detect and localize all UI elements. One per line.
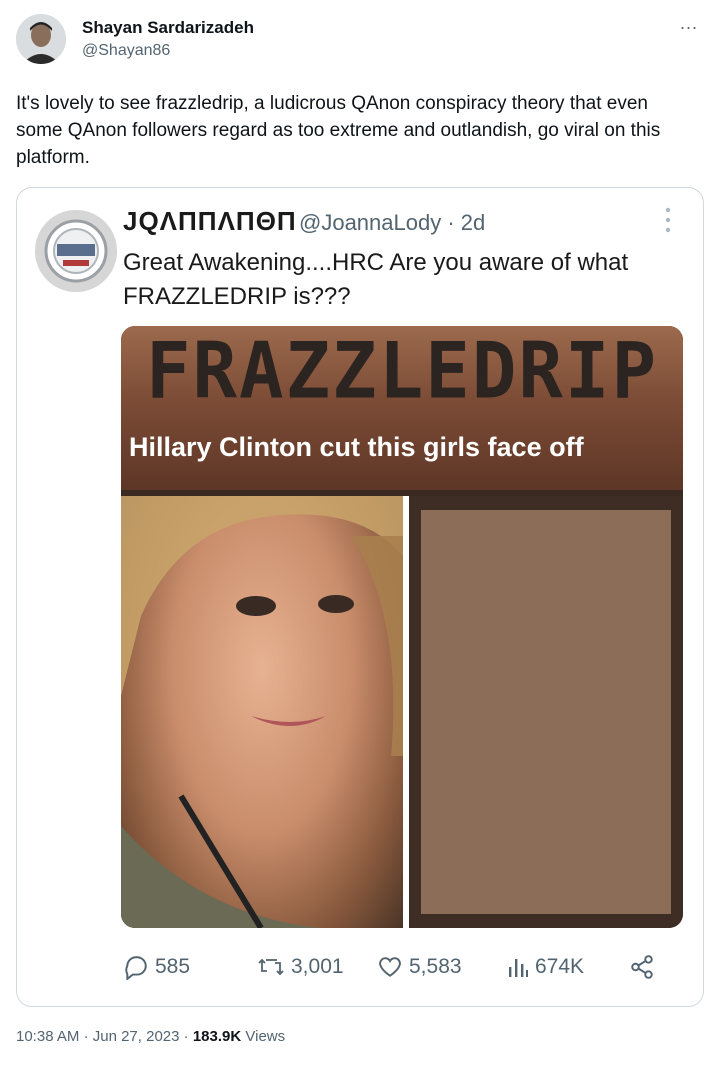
embedded-media: FRAZZLEDRIP Hillary Clinton cut this gir…: [121, 326, 683, 928]
embedded-tweet-screenshot[interactable]: ЈQΛΠΠΛΠΘΠ @JoannaLody · 2d Great Awakeni…: [16, 187, 704, 1007]
banner-caption: Hillary Clinton cut this girls face off: [129, 432, 584, 462]
reply-action: 585: [123, 952, 190, 982]
embedded-avatar: [35, 210, 117, 292]
repost-icon: [258, 958, 284, 976]
like-count: 5,583: [409, 955, 462, 978]
author-name[interactable]: Shayan Sardarizadeh: [82, 18, 254, 38]
views-total: 183.9K: [192, 1028, 242, 1045]
embedded-more-icon: [661, 206, 675, 234]
share-icon: [631, 955, 653, 979]
author-handle[interactable]: @Shayan86: [82, 42, 170, 60]
author-avatar[interactable]: [16, 14, 66, 64]
obscured-photo: [409, 496, 683, 928]
tweet-meta: 10:38 AM · Jun 27, 2023 · 183.9K Views: [16, 1028, 285, 1045]
views-icon: [509, 959, 528, 977]
meta-separator-1: ·: [83, 1028, 93, 1045]
share-action: [629, 952, 655, 982]
embedded-author-name: ЈQΛΠΠΛΠΘΠ: [123, 206, 297, 236]
more-options-icon[interactable]: ...: [676, 14, 702, 36]
reply-count: 585: [155, 955, 191, 978]
tweet-text: It's lovely to see frazzledrip, a ludicr…: [16, 93, 661, 168]
repost-action: 3,001: [257, 952, 344, 982]
embedded-action-bar: 585 3,001 5,583 674K: [17, 948, 703, 988]
embedded-author-handle: @JoannaLody · 2d: [299, 210, 486, 235]
views-label: Views: [245, 1028, 286, 1045]
repost-count: 3,001: [291, 955, 344, 978]
banner-title: FRAZZLEDRIP: [145, 326, 659, 417]
tweet-date[interactable]: Jun 27, 2023: [93, 1028, 180, 1045]
views-action: 674K: [507, 952, 584, 982]
blur-overlay: [421, 510, 671, 914]
heart-icon: [379, 957, 401, 977]
embedded-tweet-text: Great Awakening....HRC Are you aware of …: [123, 249, 629, 310]
portrait-photo: [121, 496, 403, 928]
like-action: 5,583: [377, 952, 462, 982]
reply-icon: [125, 956, 147, 980]
views-count: 674K: [535, 955, 585, 978]
tweet: Shayan Sardarizadeh @Shayan86 ... It's l…: [0, 0, 720, 1065]
tweet-time[interactable]: 10:38 AM: [16, 1028, 79, 1045]
meta-separator-2: ·: [183, 1028, 193, 1045]
media-banner: FRAZZLEDRIP Hillary Clinton cut this gir…: [121, 326, 683, 490]
